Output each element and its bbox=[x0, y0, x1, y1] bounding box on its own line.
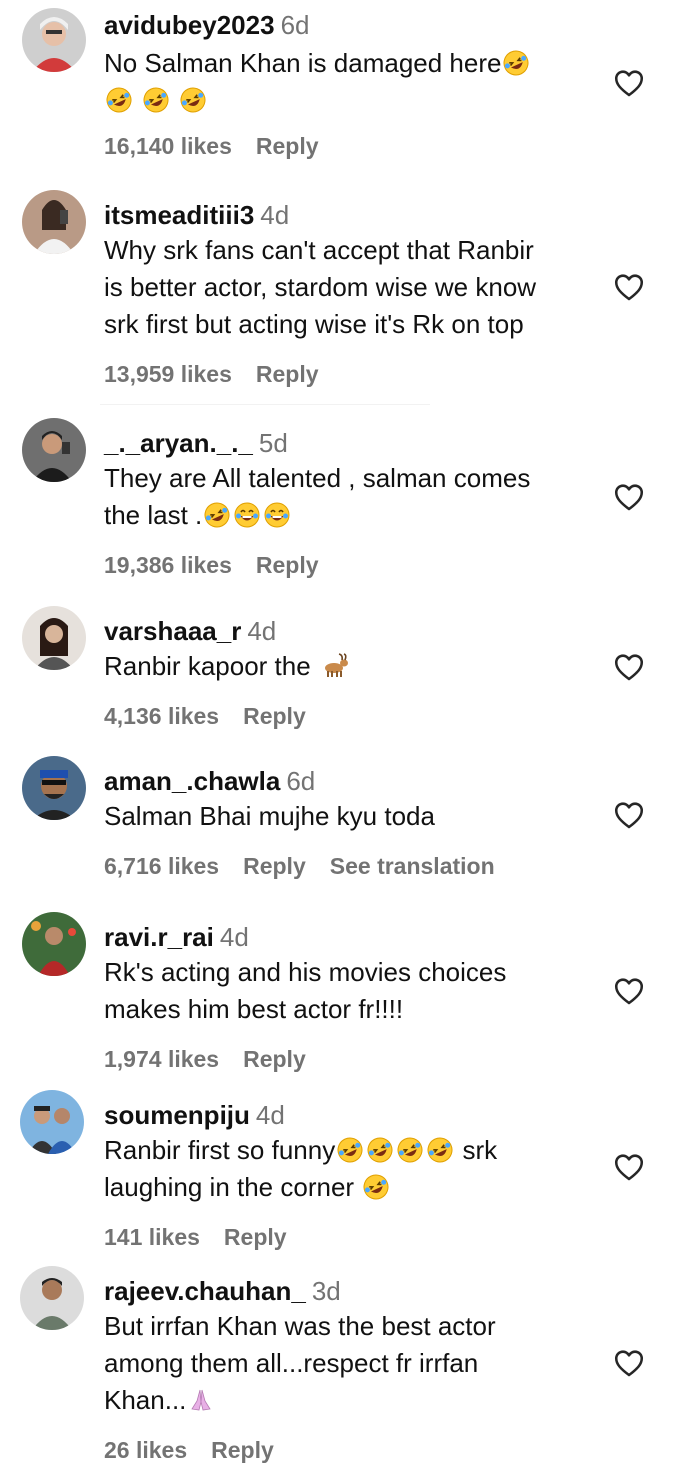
username[interactable]: soumenpiju bbox=[104, 1100, 250, 1130]
heart-outline-icon[interactable] bbox=[612, 650, 646, 684]
reply-button[interactable]: Reply bbox=[243, 853, 306, 879]
rolling-on-floor-laughing-emoji bbox=[204, 502, 230, 528]
comment-text: Salman Bhai mujhe kyu toda bbox=[104, 801, 435, 831]
rolling-on-floor-laughing-emoji bbox=[106, 87, 132, 113]
avatar[interactable] bbox=[22, 8, 86, 72]
heart-outline-icon[interactable] bbox=[612, 1150, 646, 1184]
folded-hands-emoji bbox=[188, 1387, 214, 1413]
avatar[interactable] bbox=[20, 1090, 84, 1154]
avatar[interactable] bbox=[22, 190, 86, 254]
likes-count[interactable]: 6,716 likes bbox=[104, 853, 219, 879]
username[interactable]: varshaaa_r bbox=[104, 616, 241, 646]
rolling-on-floor-laughing-emoji bbox=[180, 87, 206, 113]
avatar[interactable] bbox=[20, 1266, 84, 1330]
avatar[interactable] bbox=[22, 912, 86, 976]
heart-outline-icon[interactable] bbox=[612, 798, 646, 832]
comment-text: Why srk fans can't accept that Ranbir is… bbox=[104, 235, 537, 339]
goat-emoji bbox=[320, 653, 350, 679]
rolling-on-floor-laughing-emoji bbox=[367, 1137, 393, 1163]
rolling-on-floor-laughing-emoji bbox=[363, 1174, 389, 1200]
rolling-on-floor-laughing-emoji bbox=[503, 50, 529, 76]
username[interactable]: _._aryan._._ bbox=[104, 428, 253, 458]
reply-button[interactable]: Reply bbox=[256, 133, 319, 159]
timestamp: 4d bbox=[260, 200, 290, 230]
avatar[interactable] bbox=[22, 606, 86, 670]
comment-text: But irrfan Khan was the best actor among… bbox=[104, 1311, 496, 1415]
reply-button[interactable]: Reply bbox=[256, 361, 319, 387]
reply-button[interactable]: Reply bbox=[224, 1224, 287, 1250]
reply-button[interactable]: Reply bbox=[211, 1437, 274, 1463]
tears-of-joy-emoji bbox=[264, 502, 290, 528]
username[interactable]: avidubey2023 bbox=[104, 10, 275, 40]
tears-of-joy-emoji bbox=[234, 502, 260, 528]
username[interactable]: itsmeaditiii3 bbox=[104, 200, 254, 230]
comment-text: Ranbir first so funny srk laughing in th… bbox=[104, 1135, 498, 1202]
heart-outline-icon[interactable] bbox=[612, 1346, 646, 1380]
likes-count[interactable]: 4,136 likes bbox=[104, 703, 219, 729]
comment-text: Rk's acting and his movies choices makes… bbox=[104, 957, 507, 1024]
heart-outline-icon[interactable] bbox=[612, 480, 646, 514]
heart-outline-icon[interactable] bbox=[612, 270, 646, 304]
timestamp: 4d bbox=[255, 1100, 285, 1130]
likes-count[interactable]: 1,974 likes bbox=[104, 1046, 219, 1072]
timestamp: 3d bbox=[311, 1276, 341, 1306]
rolling-on-floor-laughing-emoji bbox=[397, 1137, 423, 1163]
likes-count[interactable]: 13,959 likes bbox=[104, 361, 232, 387]
rolling-on-floor-laughing-emoji bbox=[427, 1137, 453, 1163]
reply-button[interactable]: Reply bbox=[243, 703, 306, 729]
likes-count[interactable]: 141 likes bbox=[104, 1224, 200, 1250]
heart-outline-icon[interactable] bbox=[612, 974, 646, 1008]
timestamp: 6d bbox=[280, 10, 310, 40]
timestamp: 4d bbox=[247, 616, 277, 646]
username[interactable]: aman_.chawla bbox=[104, 766, 280, 796]
comment-text: No Salman Khan is damaged here bbox=[104, 45, 594, 119]
divider bbox=[100, 404, 430, 405]
reply-button[interactable]: Reply bbox=[256, 552, 319, 578]
avatar[interactable] bbox=[22, 418, 86, 482]
timestamp: 5d bbox=[258, 428, 288, 458]
username[interactable]: rajeev.chauhan_ bbox=[104, 1276, 306, 1306]
likes-count[interactable]: 16,140 likes bbox=[104, 133, 232, 159]
see-translation-button[interactable]: See translation bbox=[330, 853, 495, 879]
comment-text: Ranbir kapoor the bbox=[104, 648, 594, 685]
rolling-on-floor-laughing-emoji bbox=[143, 87, 169, 113]
heart-outline-icon[interactable] bbox=[612, 66, 646, 100]
rolling-on-floor-laughing-emoji bbox=[337, 1137, 363, 1163]
likes-count[interactable]: 19,386 likes bbox=[104, 552, 232, 578]
timestamp: 4d bbox=[219, 922, 249, 952]
avatar[interactable] bbox=[22, 756, 86, 820]
timestamp: 6d bbox=[286, 766, 316, 796]
reply-button[interactable]: Reply bbox=[243, 1046, 306, 1072]
username[interactable]: ravi.r_rai bbox=[104, 922, 214, 952]
likes-count[interactable]: 26 likes bbox=[104, 1437, 187, 1463]
comment-text: They are All talented , salman comes the… bbox=[104, 463, 531, 530]
